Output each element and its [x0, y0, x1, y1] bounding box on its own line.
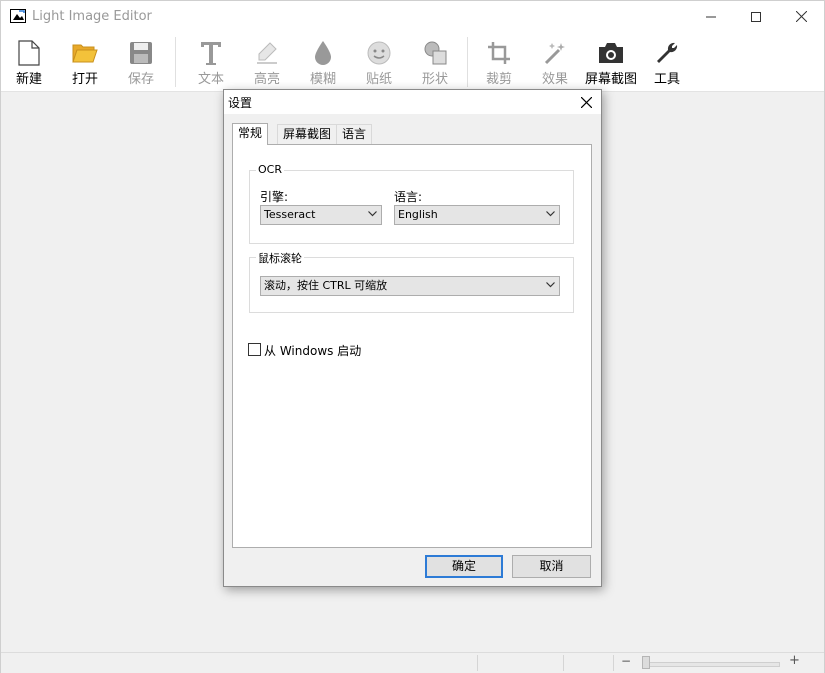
- highlighter-icon: [257, 42, 277, 64]
- crop-icon: [488, 42, 510, 64]
- window-title: Light Image Editor: [32, 9, 152, 24]
- app-logo-icon: [10, 9, 26, 23]
- maximize-button[interactable]: [733, 1, 779, 32]
- status-divider: [563, 655, 564, 671]
- status-divider: [477, 655, 478, 671]
- blur-label: 模糊: [309, 72, 336, 87]
- blur-button[interactable]: 模糊: [295, 32, 351, 90]
- sticker-button[interactable]: 贴纸: [351, 32, 407, 90]
- language-label: 语言:: [394, 190, 423, 204]
- chevron-down-icon: [546, 211, 555, 217]
- screenshot-button[interactable]: 屏幕截图: [583, 32, 639, 90]
- screenshot-label: 屏幕截图: [584, 72, 637, 87]
- ocr-language-value: English: [398, 208, 438, 221]
- minimize-icon: [706, 16, 716, 17]
- new-label: 新建: [15, 72, 42, 87]
- ocr-engine-value: Tesseract: [264, 208, 316, 221]
- wrench-icon: [657, 42, 678, 63]
- mouse-wheel-select[interactable]: 滚动，按住 CTRL 可缩放: [260, 276, 560, 296]
- tab-screenshot[interactable]: 屏幕截图: [277, 124, 338, 144]
- status-bar: − +: [1, 652, 824, 673]
- open-label: 打开: [71, 72, 98, 87]
- highlight-button[interactable]: 高亮: [239, 32, 295, 90]
- title-bar: Light Image Editor: [1, 1, 824, 32]
- minimize-button[interactable]: [688, 1, 734, 32]
- tools-button[interactable]: 工具: [639, 32, 695, 90]
- zoom-slider[interactable]: [642, 662, 780, 667]
- tools-label: 工具: [653, 72, 680, 87]
- shape-label: 形状: [421, 72, 448, 87]
- save-disk-icon: [130, 42, 152, 64]
- text-tool-icon: [201, 42, 221, 65]
- chevron-down-icon: [546, 282, 555, 288]
- smiley-icon: [367, 41, 391, 65]
- startup-checkbox[interactable]: [248, 343, 261, 356]
- zoom-slider-thumb[interactable]: [642, 656, 650, 669]
- save-label: 保存: [127, 72, 154, 87]
- crop-button[interactable]: 裁剪: [471, 32, 527, 90]
- toolbar: 新建 打开 保存 文本 高亮 模糊 贴纸 形状 裁剪 效果 屏幕截图 工具: [1, 32, 824, 92]
- effects-button[interactable]: 效果: [527, 32, 583, 90]
- magic-wand-icon: [544, 43, 565, 65]
- droplet-icon: [315, 41, 331, 65]
- ocr-group: OCR 引擎: Tesseract 语言: English: [249, 163, 574, 244]
- shapes-icon: [424, 41, 447, 65]
- text-button[interactable]: 文本: [183, 32, 239, 90]
- cancel-button[interactable]: 取消: [512, 555, 591, 578]
- tab-language[interactable]: 语言: [336, 124, 373, 144]
- open-button[interactable]: 打开: [57, 32, 113, 90]
- status-divider: [613, 655, 614, 671]
- highlight-label: 高亮: [253, 72, 280, 87]
- chevron-down-icon: [368, 211, 377, 217]
- maximize-icon: [751, 11, 761, 22]
- text-label: 文本: [197, 72, 224, 87]
- close-window-button[interactable]: [778, 1, 824, 32]
- dialog-close-button[interactable]: [577, 93, 595, 111]
- ocr-engine-select[interactable]: Tesseract: [260, 205, 382, 225]
- mouse-wheel-value: 滚动，按住 CTRL 可缩放: [264, 279, 388, 292]
- new-button[interactable]: 新建: [1, 32, 57, 90]
- ocr-group-title: OCR: [256, 163, 284, 176]
- mouse-wheel-group: 鼠标滚轮 滚动，按住 CTRL 可缩放: [249, 250, 574, 313]
- effects-label: 效果: [541, 72, 568, 87]
- engine-label: 引擎:: [260, 190, 289, 204]
- ocr-language-select[interactable]: English: [394, 205, 560, 225]
- settings-dialog: 设置 常规 屏幕截图 语言 OCR 引擎: Tesseract 语言: Engl…: [223, 89, 602, 587]
- toolbar-separator: [467, 37, 468, 87]
- mouse-wheel-group-title: 鼠标滚轮: [256, 250, 304, 266]
- close-icon: [580, 96, 592, 108]
- folder-open-icon: [72, 44, 98, 63]
- ok-button[interactable]: 确定: [425, 555, 503, 578]
- new-file-icon: [18, 40, 40, 66]
- zoom-in-button[interactable]: +: [789, 653, 800, 668]
- shape-button[interactable]: 形状: [407, 32, 463, 90]
- sticker-label: 贴纸: [365, 72, 392, 87]
- dialog-title: 设置: [228, 96, 253, 110]
- camera-icon: [599, 43, 623, 63]
- crop-label: 裁剪: [485, 72, 512, 87]
- dialog-title-bar: 设置: [224, 90, 601, 114]
- toolbar-separator: [175, 37, 176, 87]
- zoom-out-button[interactable]: −: [621, 654, 631, 668]
- startup-checkbox-label[interactable]: 从 Windows 启动: [264, 342, 361, 359]
- tab-panel-general: OCR 引擎: Tesseract 语言: English 鼠标滚轮 滚动，按住…: [232, 144, 592, 548]
- tab-general[interactable]: 常规: [232, 123, 269, 145]
- close-icon: [795, 11, 807, 22]
- save-button[interactable]: 保存: [113, 32, 169, 90]
